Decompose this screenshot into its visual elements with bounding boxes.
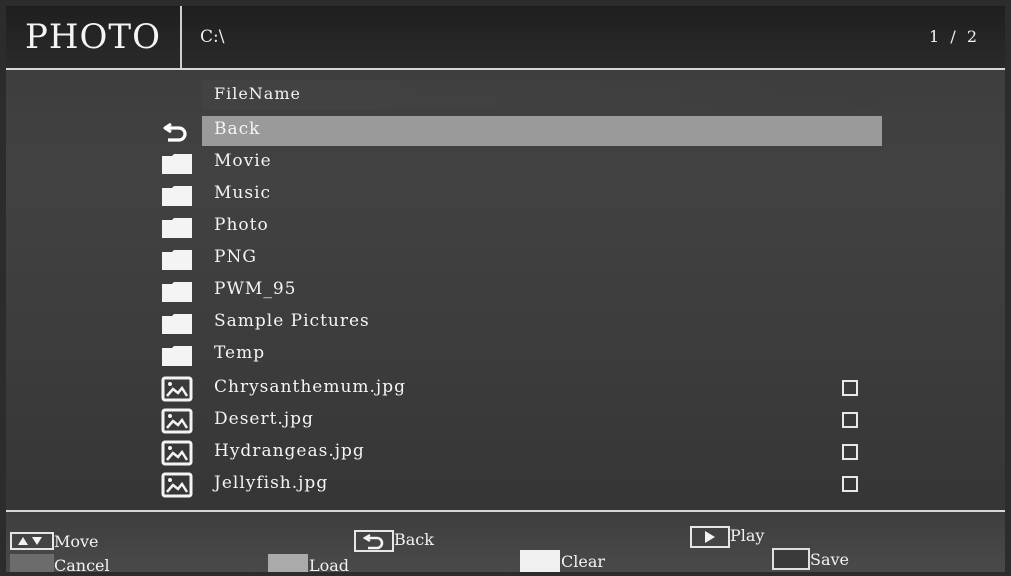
folder-icon — [162, 282, 192, 302]
image-file-icon — [161, 440, 193, 466]
hint-load: Load — [309, 556, 350, 572]
list-item-label: Hydrangeas.jpg — [214, 441, 365, 461]
red-key-icon — [10, 554, 54, 572]
list-item-label: PNG — [214, 247, 257, 267]
list-item-label: Chrysanthemum.jpg — [214, 377, 406, 397]
current-path: C:\ — [200, 27, 225, 47]
hint-move: Move — [54, 532, 99, 551]
column-header: FileName — [202, 80, 884, 110]
folder-icon — [162, 314, 192, 334]
selection-highlight — [202, 116, 882, 146]
list-item-folder[interactable]: PWM_95 — [6, 274, 1005, 306]
yellow-key-icon — [520, 550, 560, 572]
list-item-image[interactable]: Jellyfish.jpg — [6, 468, 1005, 500]
hint-save: Save — [810, 550, 850, 569]
image-file-icon — [161, 408, 193, 434]
list-item-label: Music — [214, 183, 272, 203]
green-key-icon — [268, 554, 308, 572]
select-checkbox[interactable] — [842, 476, 858, 492]
list-item-image[interactable]: Hydrangeas.jpg — [6, 436, 1005, 468]
column-header-filename: FileName — [214, 84, 301, 103]
list-item-image[interactable]: Chrysanthemum.jpg — [6, 372, 1005, 404]
list-item-folder[interactable]: Photo — [6, 210, 1005, 242]
page-current: 1 — [929, 27, 940, 46]
hint-back: Back — [394, 530, 434, 549]
list-item-folder[interactable]: Sample Pictures — [6, 306, 1005, 338]
list-item-label: Desert.jpg — [214, 409, 314, 429]
select-checkbox[interactable] — [842, 412, 858, 428]
page-indicator: 1 / 2 — [929, 6, 977, 68]
page-total: 2 — [966, 27, 977, 46]
page-separator: / — [950, 27, 956, 46]
up-down-key-icon — [10, 532, 54, 550]
back-arrow-icon — [163, 122, 187, 142]
list-item-label: Jellyfish.jpg — [214, 473, 329, 493]
list-item-label: PWM_95 — [214, 279, 297, 299]
list-item-label: Movie — [214, 151, 272, 171]
list-item-folder[interactable]: PNG — [6, 242, 1005, 274]
key-hint-bar: Move Back Play Cancel Load Clear Save — [6, 510, 1005, 572]
list-item-label: Temp — [214, 343, 266, 363]
photo-browser-screen: PHOTO C:\ 1 / 2 FileName Back Movie Musi… — [6, 6, 1005, 572]
list-item-folder[interactable]: Movie — [6, 146, 1005, 178]
folder-icon — [162, 346, 192, 366]
image-file-icon — [161, 376, 193, 402]
list-item-folder[interactable]: Music — [6, 178, 1005, 210]
header-bar: PHOTO C:\ 1 / 2 — [6, 6, 1005, 70]
list-item-label: Sample Pictures — [214, 311, 370, 331]
play-key-icon — [690, 526, 730, 548]
list-item-folder[interactable]: Temp — [6, 338, 1005, 370]
select-checkbox[interactable] — [842, 380, 858, 396]
select-checkbox[interactable] — [842, 444, 858, 460]
list-item-label: Back — [214, 119, 261, 139]
back-key-icon — [354, 530, 394, 552]
hint-clear: Clear — [561, 552, 606, 571]
list-item-label: Photo — [214, 215, 269, 235]
list-item-back[interactable]: Back — [6, 114, 1005, 146]
folder-icon — [162, 154, 192, 174]
blue-key-icon — [772, 548, 810, 570]
hint-play: Play — [730, 526, 765, 545]
hint-cancel: Cancel — [54, 556, 110, 572]
folder-icon — [162, 250, 192, 270]
image-file-icon — [161, 472, 193, 498]
list-item-image[interactable]: Desert.jpg — [6, 404, 1005, 436]
folder-icon — [162, 218, 192, 238]
app-title: PHOTO — [6, 6, 182, 68]
folder-icon — [162, 186, 192, 206]
